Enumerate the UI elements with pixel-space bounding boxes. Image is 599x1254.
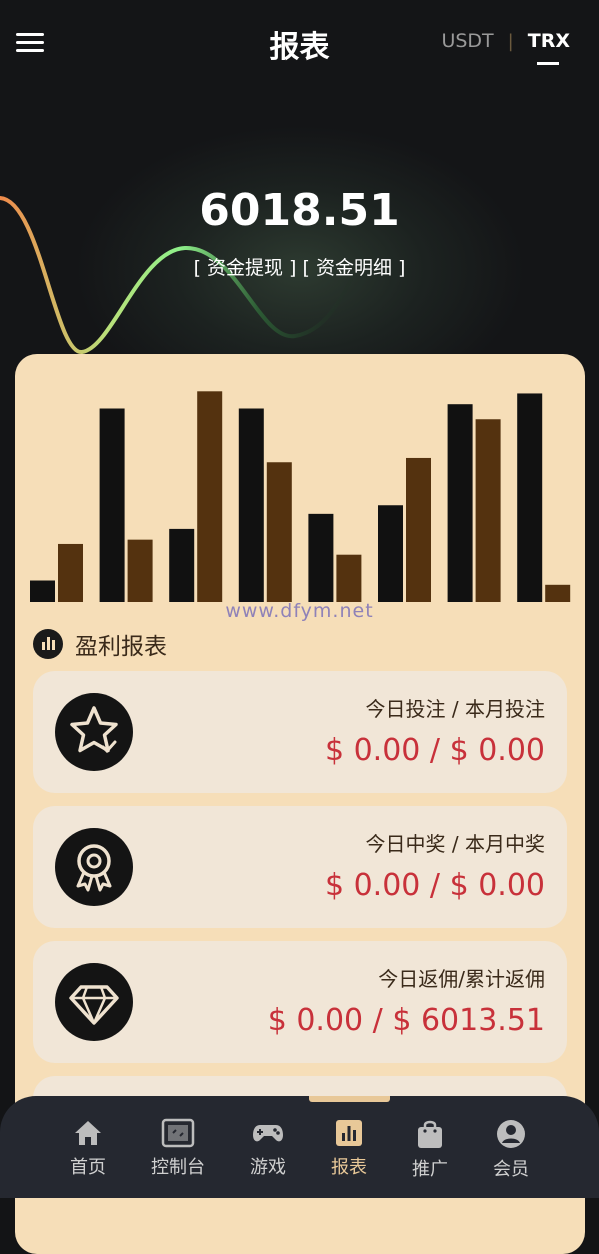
shopping-bag-icon [418,1120,442,1148]
nav-label: 首页 [70,1157,106,1178]
nav-item-member[interactable]: 会员 [471,1118,551,1181]
chart-bar-dark-7 [447,404,473,602]
home-icon [75,1121,101,1145]
chart-bar-dark-5 [308,513,334,602]
chart-bar-dark-8 [517,393,543,602]
currency-separator: | [507,30,514,52]
stat-value: $ 0.00 / $ 6013.51 [267,1003,545,1038]
section-title: 盈利报表 [75,634,167,660]
nav-item-reports[interactable]: 报表 [309,1118,389,1179]
nav-label: 会员 [493,1159,529,1180]
nav-item-home[interactable]: 首页 [48,1118,128,1179]
stat-label: 今日投注 / 本月投注 [365,697,545,721]
chart-bar-brown-7 [475,419,501,602]
bar-chart-icon [33,629,63,659]
chart-bar-brown-4 [266,462,292,602]
stat-value: $ 0.00 / $ 0.00 [324,868,545,903]
gamepad-icon [253,1125,283,1142]
chart-bar-dark-3 [169,528,195,602]
chart-bar-dark-4 [238,408,264,602]
console-icon [161,1118,195,1148]
nav-label: 游戏 [250,1157,286,1178]
section-header: 盈利报表 [33,627,167,661]
watermark: www.dfym.net [225,600,374,622]
balance-amount: 6018.51 [199,185,400,236]
stat-value: $ 0.00 / $ 0.00 [324,733,545,768]
nav-item-console[interactable]: 控制台 [138,1118,218,1179]
stat-label: 今日返佣/累计返佣 [378,967,545,991]
user-circle-icon [497,1120,525,1148]
chart-bar-dark-6 [378,505,403,602]
report-icon [336,1120,362,1146]
withdraw-link[interactable]: [ 资金提现 ] [194,257,297,279]
currency-switch: USDT | TRX [441,30,570,65]
chart-bar-dark-2 [99,408,125,602]
header: 报表 USDT | TRX [0,0,599,86]
nav-label: 推广 [412,1159,448,1180]
chart-bar-brown-3 [197,391,223,602]
award-medal-icon [55,828,133,906]
nav-label: 报表 [331,1157,367,1178]
nav-label: 控制台 [151,1157,205,1178]
fund-detail-link[interactable]: [ 资金明细 ] [303,257,406,279]
stat-label: 今日中奖 / 本月中奖 [365,832,545,856]
win-stat-card: 今日中奖 / 本月中奖 $ 0.00 / $ 0.00 [33,806,567,928]
commission-stat-card: 今日返佣/累计返佣 $ 0.00 / $ 6013.51 [33,941,567,1063]
currency-trx-tab[interactable]: TRX [528,30,570,65]
star-badge-icon [55,693,133,771]
chart-bar-dark-1 [30,580,55,602]
nav-item-promote[interactable]: 推广 [390,1118,470,1181]
fund-links: [ 资金提现 ] [ 资金明细 ] [0,253,599,280]
chart-bar-brown-1 [58,543,83,602]
currency-usdt-tab[interactable]: USDT [441,30,493,52]
bet-stat-card: 今日投注 / 本月投注 $ 0.00 / $ 0.00 [33,671,567,793]
nav-active-indicator [309,1096,390,1102]
chart-bar-brown-6 [406,457,431,602]
chart-bar-brown-5 [336,554,362,602]
profit-bar-chart [30,391,571,602]
nav-item-games[interactable]: 游戏 [228,1118,308,1179]
diamond-icon [55,963,133,1041]
chart-bar-brown-2 [127,539,153,602]
